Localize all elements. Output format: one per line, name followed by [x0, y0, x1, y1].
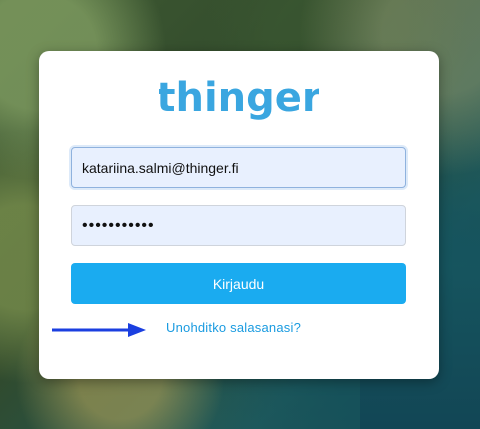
thinger-logo: thinger: [39, 69, 439, 129]
email-field[interactable]: [71, 147, 406, 188]
arrow-right-icon: [52, 323, 146, 337]
forgot-password-link[interactable]: Unohditko salasanasi?: [166, 320, 301, 335]
login-button[interactable]: Kirjaudu: [71, 263, 406, 304]
logo-wordmark: thinger: [159, 75, 319, 121]
logo-text: thinger: [159, 75, 319, 121]
password-field[interactable]: [71, 205, 406, 246]
